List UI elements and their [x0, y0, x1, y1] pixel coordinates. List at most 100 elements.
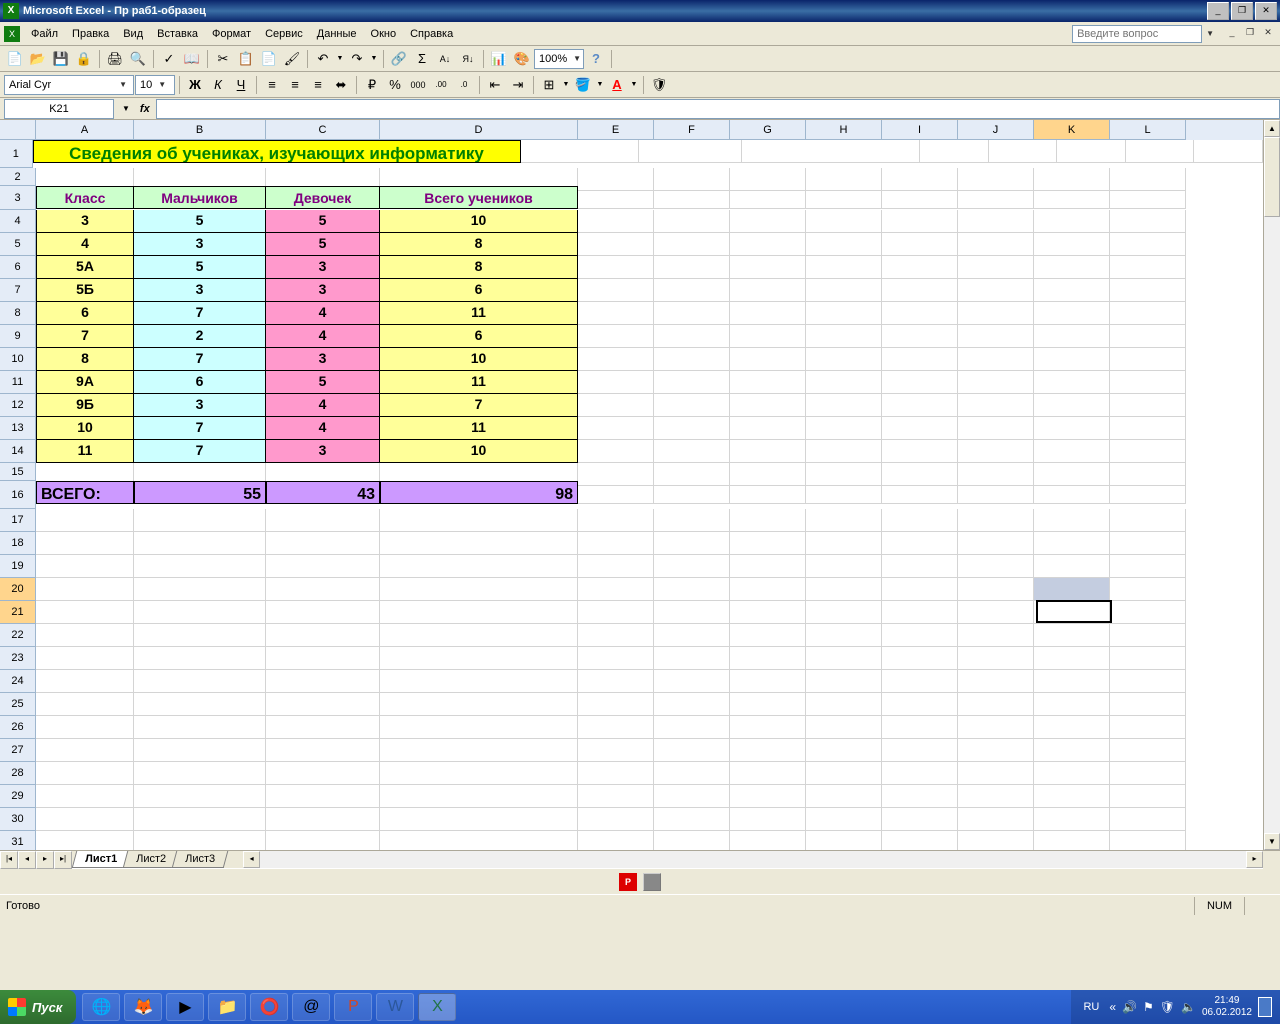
cell[interactable] [958, 831, 1034, 850]
task-excel-icon[interactable]: X [418, 993, 456, 1021]
cell[interactable] [380, 693, 578, 716]
cell[interactable] [882, 808, 958, 831]
cell[interactable] [730, 186, 806, 209]
increase-decimal-icon[interactable]: .00 [430, 74, 452, 96]
tray-volume-icon[interactable]: 🔈 [1181, 1000, 1196, 1014]
row-header[interactable]: 7 [0, 279, 36, 302]
doc-close-button[interactable]: ✕ [1260, 27, 1276, 41]
cell[interactable] [654, 716, 730, 739]
increase-indent-icon[interactable]: ⇥ [507, 74, 529, 96]
cell[interactable] [1034, 624, 1110, 647]
cell[interactable] [958, 256, 1034, 279]
cell[interactable] [882, 325, 958, 348]
cell[interactable] [266, 509, 380, 532]
cell[interactable]: 8 [380, 233, 578, 256]
cell[interactable] [920, 140, 989, 163]
cell[interactable] [1110, 233, 1186, 256]
cell[interactable] [730, 647, 806, 670]
borders-icon[interactable]: ⊞ [538, 74, 560, 96]
cell[interactable]: 3 [36, 210, 134, 233]
cell[interactable] [380, 831, 578, 850]
cell[interactable] [806, 785, 882, 808]
cell[interactable]: 3 [266, 256, 380, 279]
cell[interactable] [578, 417, 654, 440]
cell[interactable] [578, 601, 654, 624]
cell[interactable] [1034, 302, 1110, 325]
cell[interactable] [730, 831, 806, 850]
font-combo[interactable]: Arial Cyr▼ [4, 75, 134, 95]
cell[interactable]: 10 [36, 417, 134, 440]
cell[interactable] [730, 440, 806, 463]
row-header[interactable]: 20 [0, 578, 36, 601]
cell[interactable] [654, 210, 730, 233]
cell[interactable] [730, 601, 806, 624]
spelling-icon[interactable]: ✓ [158, 48, 180, 70]
menu-insert[interactable]: Вставка [150, 25, 205, 43]
cell[interactable] [1110, 624, 1186, 647]
percent-icon[interactable]: % [384, 74, 406, 96]
cell[interactable]: 6 [380, 279, 578, 302]
cell[interactable] [36, 532, 134, 555]
sheet-tab-3[interactable]: Лист3 [172, 851, 229, 868]
row-header[interactable]: 6 [0, 256, 36, 279]
col-header-j[interactable]: J [958, 120, 1034, 140]
cell[interactable] [730, 302, 806, 325]
vertical-scrollbar[interactable]: ▲ ▼ [1263, 120, 1280, 850]
cell[interactable] [1034, 831, 1110, 850]
cell[interactable] [806, 831, 882, 850]
cell[interactable] [882, 624, 958, 647]
show-desktop-icon[interactable] [1258, 997, 1272, 1017]
cell[interactable] [806, 762, 882, 785]
cell[interactable] [806, 670, 882, 693]
cell[interactable] [958, 279, 1034, 302]
cell[interactable] [806, 233, 882, 256]
cell[interactable] [578, 348, 654, 371]
cell[interactable]: 43 [266, 481, 380, 504]
name-box[interactable]: K21 [4, 99, 114, 119]
copy-icon[interactable]: 📋 [235, 48, 257, 70]
cell[interactable] [134, 831, 266, 850]
print-icon[interactable]: 🖨 [104, 48, 126, 70]
name-box-dropdown[interactable]: ▼ [118, 104, 134, 113]
cell[interactable]: 5А [36, 256, 134, 279]
cell[interactable]: 8 [380, 256, 578, 279]
cell[interactable]: 11 [380, 302, 578, 325]
cell[interactable] [654, 624, 730, 647]
col-header-g[interactable]: G [730, 120, 806, 140]
cell[interactable] [654, 279, 730, 302]
col-header-i[interactable]: I [882, 120, 958, 140]
cell[interactable] [1034, 279, 1110, 302]
sort-asc-icon[interactable]: A↓ [434, 48, 456, 70]
cell[interactable] [654, 509, 730, 532]
task-mail-icon[interactable]: @ [292, 993, 330, 1021]
cell[interactable] [1110, 739, 1186, 762]
redo-icon[interactable]: ↷ [346, 48, 368, 70]
italic-icon[interactable]: К [207, 74, 229, 96]
row-header[interactable]: 18 [0, 532, 36, 555]
cell[interactable]: 7 [36, 325, 134, 348]
cell[interactable]: 4 [266, 394, 380, 417]
cell[interactable] [1034, 440, 1110, 463]
cell[interactable]: 11 [380, 417, 578, 440]
cell[interactable]: 5Б [36, 279, 134, 302]
cell[interactable] [958, 186, 1034, 209]
toolbar-grip-icon[interactable] [643, 873, 661, 891]
cell[interactable] [266, 808, 380, 831]
cell[interactable] [654, 785, 730, 808]
sheet-tab-1[interactable]: Лист1 [72, 851, 131, 868]
menu-format[interactable]: Формат [205, 25, 258, 43]
row-header[interactable]: 28 [0, 762, 36, 785]
cell[interactable] [1110, 348, 1186, 371]
cell[interactable] [806, 394, 882, 417]
cell[interactable] [806, 325, 882, 348]
cell[interactable] [36, 670, 134, 693]
cell[interactable] [654, 325, 730, 348]
cell[interactable] [380, 670, 578, 693]
row-header[interactable]: 25 [0, 693, 36, 716]
cell[interactable] [882, 532, 958, 555]
cell[interactable] [882, 831, 958, 850]
cell[interactable] [1110, 647, 1186, 670]
cell[interactable] [730, 256, 806, 279]
cell[interactable] [882, 647, 958, 670]
cell[interactable] [1034, 256, 1110, 279]
